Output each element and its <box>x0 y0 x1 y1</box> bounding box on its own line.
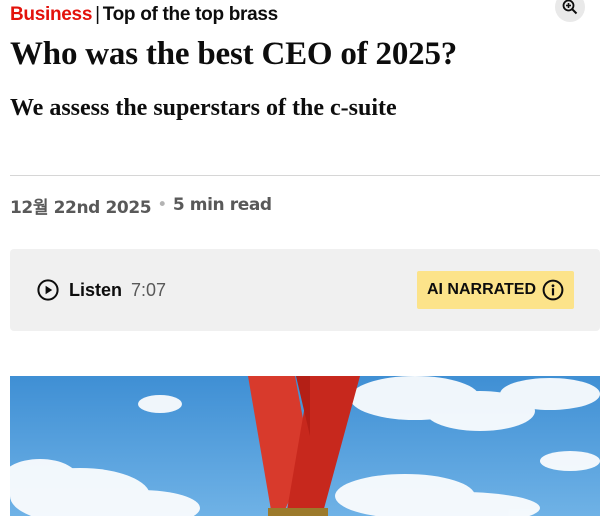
info-circle-icon <box>542 279 564 301</box>
hero-image <box>10 376 600 516</box>
audio-player: Listen 7:07 AI NARRATED <box>10 249 600 331</box>
listen-label: Listen <box>69 279 123 300</box>
section-divider: | <box>95 4 100 25</box>
zoom-in-icon <box>562 0 578 15</box>
article-subheadline: We assess the superstars of the c-suite <box>10 95 397 121</box>
listen-button[interactable]: Listen 7:07 <box>37 277 166 303</box>
medal-ribbon-sky-image <box>10 376 600 516</box>
publish-date: 12월 22nd 2025 <box>10 197 152 218</box>
read-time: 5 min read <box>172 195 272 215</box>
zoom-button[interactable] <box>555 0 585 22</box>
article-meta: 12월 22nd 2025 • 5 min read <box>10 192 272 218</box>
section-line: Business | Top of the top brass <box>10 2 278 28</box>
ai-narrated-badge[interactable]: AI NARRATED <box>417 271 574 309</box>
header-divider <box>10 175 600 176</box>
fly-title: Top of the top brass <box>102 4 279 25</box>
play-circle-icon <box>37 279 59 301</box>
ai-narrated-label: AI NARRATED <box>426 281 537 298</box>
article-headline: Who was the best CEO of 2025? <box>10 36 458 72</box>
meta-separator: • <box>157 195 167 215</box>
audio-duration: 7:07 <box>131 279 167 300</box>
section-link[interactable]: Business <box>10 4 92 26</box>
